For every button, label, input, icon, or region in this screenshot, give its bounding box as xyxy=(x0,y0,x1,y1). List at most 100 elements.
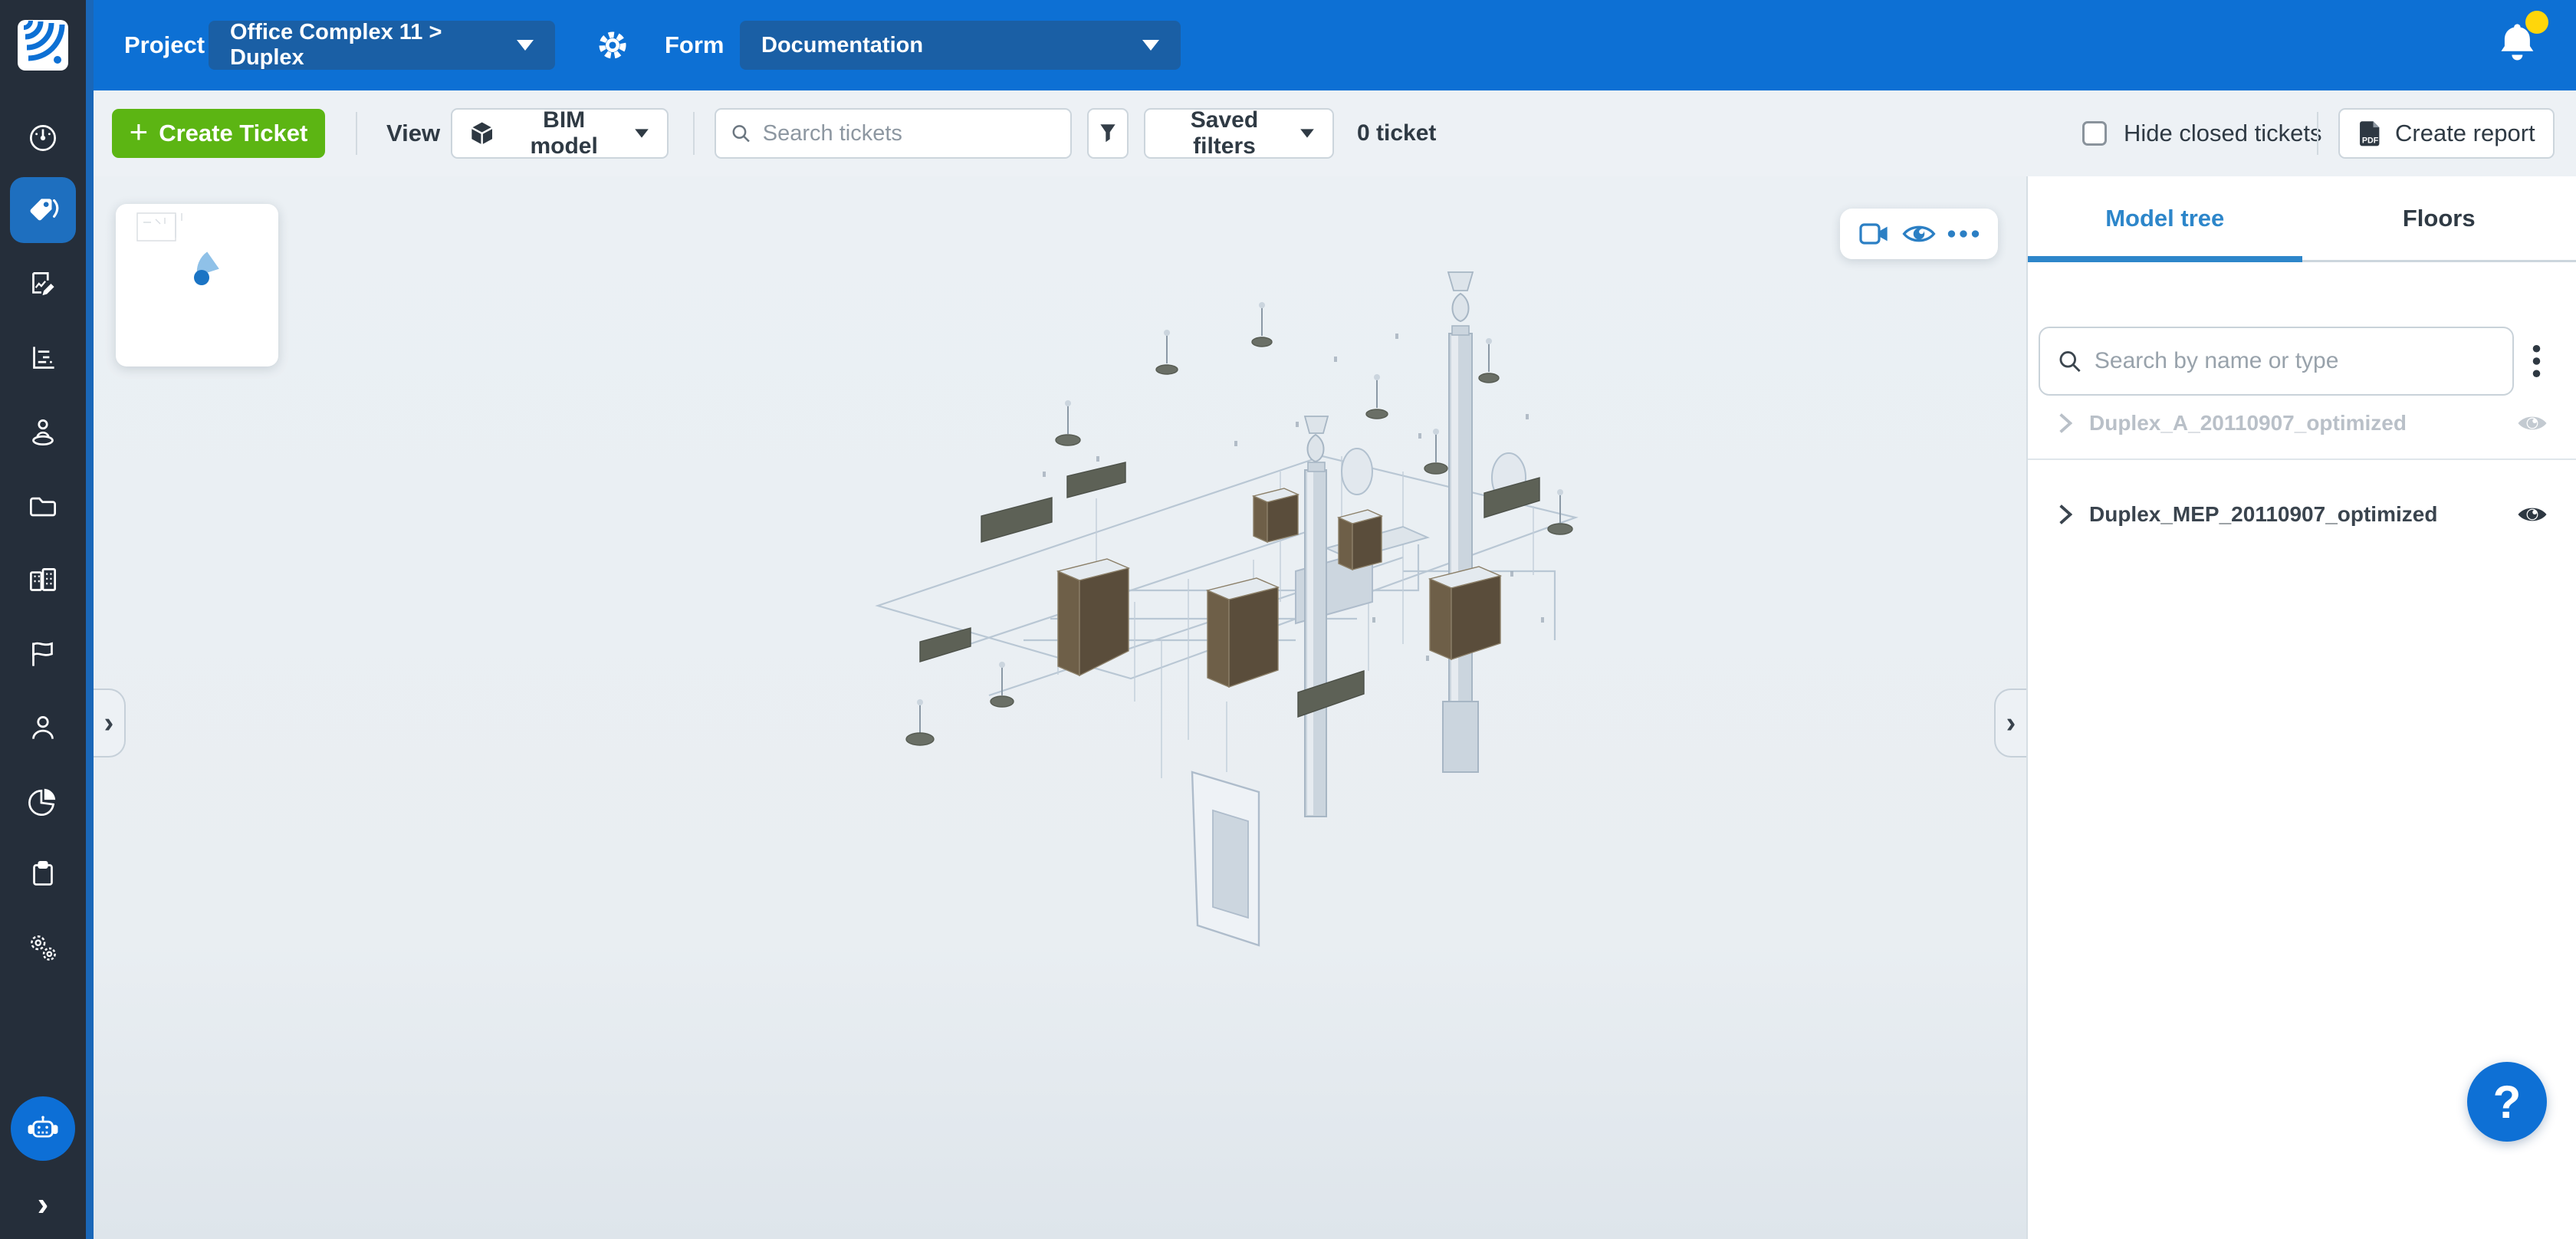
sidebar-item-reports[interactable] xyxy=(10,769,76,835)
document-edit-icon xyxy=(25,266,61,303)
sidebar-item-site[interactable] xyxy=(10,399,76,465)
view-mode-select[interactable]: BIM model xyxy=(451,108,669,159)
viewer-more-button[interactable] xyxy=(1944,217,1983,251)
ellipsis-icon xyxy=(1947,229,1980,238)
help-question-mark: ? xyxy=(2493,1076,2522,1129)
ticket-tag-icon xyxy=(25,192,61,228)
visibility-eye-icon[interactable] xyxy=(2516,412,2548,434)
view-label: View xyxy=(386,90,440,176)
schedule-chart-icon xyxy=(25,340,61,376)
video-camera-icon xyxy=(1859,221,1890,247)
divider xyxy=(693,112,695,155)
tickets-toolbar: + Create Ticket View BIM model Saved fil… xyxy=(94,90,2576,176)
ticket-count: 0 ticket xyxy=(1357,90,1436,176)
buildings-icon xyxy=(25,562,61,599)
hide-closed-checkbox[interactable] xyxy=(2082,121,2107,146)
chevron-down-icon xyxy=(517,40,534,51)
brand-logo-icon xyxy=(18,20,68,71)
create-ticket-label: Create Ticket xyxy=(159,120,307,147)
sidebar-item-forms[interactable] xyxy=(10,251,76,317)
tree-row[interactable]: Duplex_MEP_20110907_optimized xyxy=(2028,460,2576,569)
cube-icon xyxy=(469,120,495,146)
sidebar-item-schedule[interactable] xyxy=(10,325,76,391)
visibility-button[interactable] xyxy=(1899,217,1939,251)
folder-icon xyxy=(25,488,61,524)
dashboard-gauge-icon xyxy=(25,120,61,156)
search-icon xyxy=(2057,347,2082,375)
clipboard-icon xyxy=(25,856,61,892)
divider xyxy=(2317,112,2318,155)
model-name: Duplex_A_20110907_optimized xyxy=(2089,411,2407,435)
model-search-input[interactable] xyxy=(2095,348,2496,374)
bim-viewer[interactable]: › › xyxy=(94,176,2026,1239)
saved-filters-select[interactable]: Saved filters xyxy=(1144,108,1334,159)
search-icon xyxy=(730,121,752,146)
pie-chart-icon xyxy=(25,784,61,820)
topbar: Project Office Complex 11 > Duplex Form … xyxy=(86,0,2576,90)
sidebar-item-settings[interactable] xyxy=(10,915,76,981)
chevron-down-icon xyxy=(1300,129,1314,137)
eye-icon xyxy=(1902,222,1936,246)
tab-model-tree[interactable]: Model tree xyxy=(2028,176,2302,260)
minimap-thumbnail[interactable] xyxy=(116,204,278,366)
form-label: Form xyxy=(665,0,724,90)
project-select[interactable]: Office Complex 11 > Duplex xyxy=(209,21,555,70)
chevron-right-icon: › xyxy=(104,707,114,740)
viewer-controls xyxy=(1840,209,1998,259)
notifications-button[interactable] xyxy=(2492,18,2545,72)
expand-chevron-icon: › xyxy=(38,1185,49,1224)
ticket-search xyxy=(715,108,1072,159)
bim-3d-model[interactable] xyxy=(866,242,1587,947)
minimap-content xyxy=(116,204,278,366)
sidebar-item-library[interactable] xyxy=(10,547,76,613)
form-select-value: Documentation xyxy=(761,33,923,58)
chevron-right-icon: › xyxy=(2006,707,2016,740)
sidebar-item-dashboard[interactable] xyxy=(10,105,76,171)
tab-floors[interactable]: Floors xyxy=(2302,176,2576,260)
panel-tabs: Model tree Floors xyxy=(2028,176,2576,262)
model-search xyxy=(2039,327,2514,396)
project-label: Project xyxy=(124,0,205,90)
project-settings-button[interactable] xyxy=(590,23,635,67)
site-person-pin-icon xyxy=(25,414,61,451)
form-select[interactable]: Documentation xyxy=(740,21,1181,70)
flag-icon xyxy=(25,636,61,672)
walkthrough-camera-button[interactable] xyxy=(1855,217,1894,251)
model-tree: Duplex_A_20110907_optimized Duplex_MEP_2… xyxy=(2028,388,2576,569)
ticket-search-input[interactable] xyxy=(763,121,1056,146)
saved-filters-label: Saved filters xyxy=(1162,107,1286,159)
sidebar-item-documents[interactable] xyxy=(10,473,76,539)
chevron-right-icon xyxy=(2058,412,2072,434)
sidebar-item-tasks[interactable] xyxy=(10,841,76,907)
chevron-down-icon xyxy=(635,129,649,137)
divider xyxy=(356,112,357,155)
robot-assistant-icon xyxy=(23,1109,63,1149)
chevron-down-icon xyxy=(1142,40,1159,51)
gear-icon xyxy=(593,25,632,65)
sidebar-item-people[interactable] xyxy=(10,695,76,761)
right-panel-toggle[interactable]: › xyxy=(1994,689,2026,758)
help-button[interactable]: ? xyxy=(2467,1062,2547,1142)
pdf-badge-text: PDF xyxy=(2362,136,2379,145)
model-name: Duplex_MEP_20110907_optimized xyxy=(2089,502,2437,527)
sidebar-item-flags[interactable] xyxy=(10,621,76,687)
kebab-menu-icon xyxy=(2532,343,2542,379)
person-icon xyxy=(25,710,61,747)
gears-icon xyxy=(25,930,61,967)
visibility-eye-icon[interactable] xyxy=(2516,504,2548,525)
model-tree-more-menu[interactable] xyxy=(2515,338,2558,384)
filter-button[interactable] xyxy=(1087,108,1129,159)
sidebar-expand-button[interactable]: › xyxy=(0,1178,86,1231)
project-select-value: Office Complex 11 > Duplex xyxy=(230,20,489,71)
sidebar-accent-stripe xyxy=(86,0,94,1239)
active-tab-underline xyxy=(2028,256,2302,262)
create-report-label: Create report xyxy=(2395,120,2535,147)
create-report-button[interactable]: PDF Create report xyxy=(2338,108,2555,159)
app-logo[interactable] xyxy=(0,0,86,90)
create-ticket-button[interactable]: + Create Ticket xyxy=(112,109,325,158)
left-panel-toggle[interactable]: › xyxy=(94,689,126,758)
sidebar-item-assistant[interactable] xyxy=(11,1096,75,1161)
filter-funnel-icon xyxy=(1096,122,1119,145)
tree-row[interactable]: Duplex_A_20110907_optimized xyxy=(2028,388,2576,458)
sidebar-item-tickets[interactable] xyxy=(10,177,76,243)
